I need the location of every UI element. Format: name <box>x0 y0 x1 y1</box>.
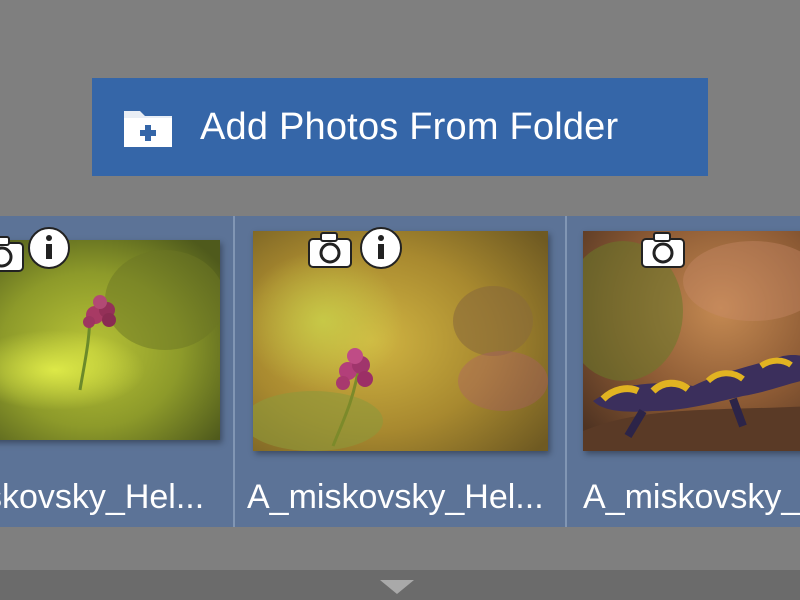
camera-icon <box>641 232 685 268</box>
add-photos-from-folder-button[interactable]: Add Photos From Folder <box>92 78 708 176</box>
thumbnail-caption: A_miskovsky_Hel <box>583 478 800 516</box>
add-photos-label: Add Photos From Folder <box>200 105 619 148</box>
app-window: Add Photos From Folder skovsky_Hel... A_… <box>0 0 800 600</box>
bottom-panel-bar[interactable] <box>0 570 800 600</box>
thumbnail-tile[interactable]: A_miskovsky_Hel... <box>235 216 567 527</box>
folder-plus-icon <box>124 111 172 147</box>
camera-icon <box>0 236 24 272</box>
thumbnail-tile[interactable]: skovsky_Hel... <box>0 216 235 527</box>
photo-thumbnail[interactable] <box>0 240 220 440</box>
thumbnail-caption: A_miskovsky_Hel... <box>247 478 544 516</box>
info-icon[interactable] <box>359 226 403 270</box>
camera-icon <box>308 232 352 268</box>
thumbnail-caption: skovsky_Hel... <box>0 478 205 516</box>
thumbnail-strip[interactable]: skovsky_Hel... A_miskovsky_Hel... A_misk… <box>0 216 800 527</box>
thumbnail-tile[interactable]: A_miskovsky_Hel <box>567 216 800 527</box>
info-icon[interactable] <box>27 226 71 270</box>
photo-thumbnail[interactable] <box>583 231 800 451</box>
chevron-down-icon[interactable] <box>380 580 414 594</box>
